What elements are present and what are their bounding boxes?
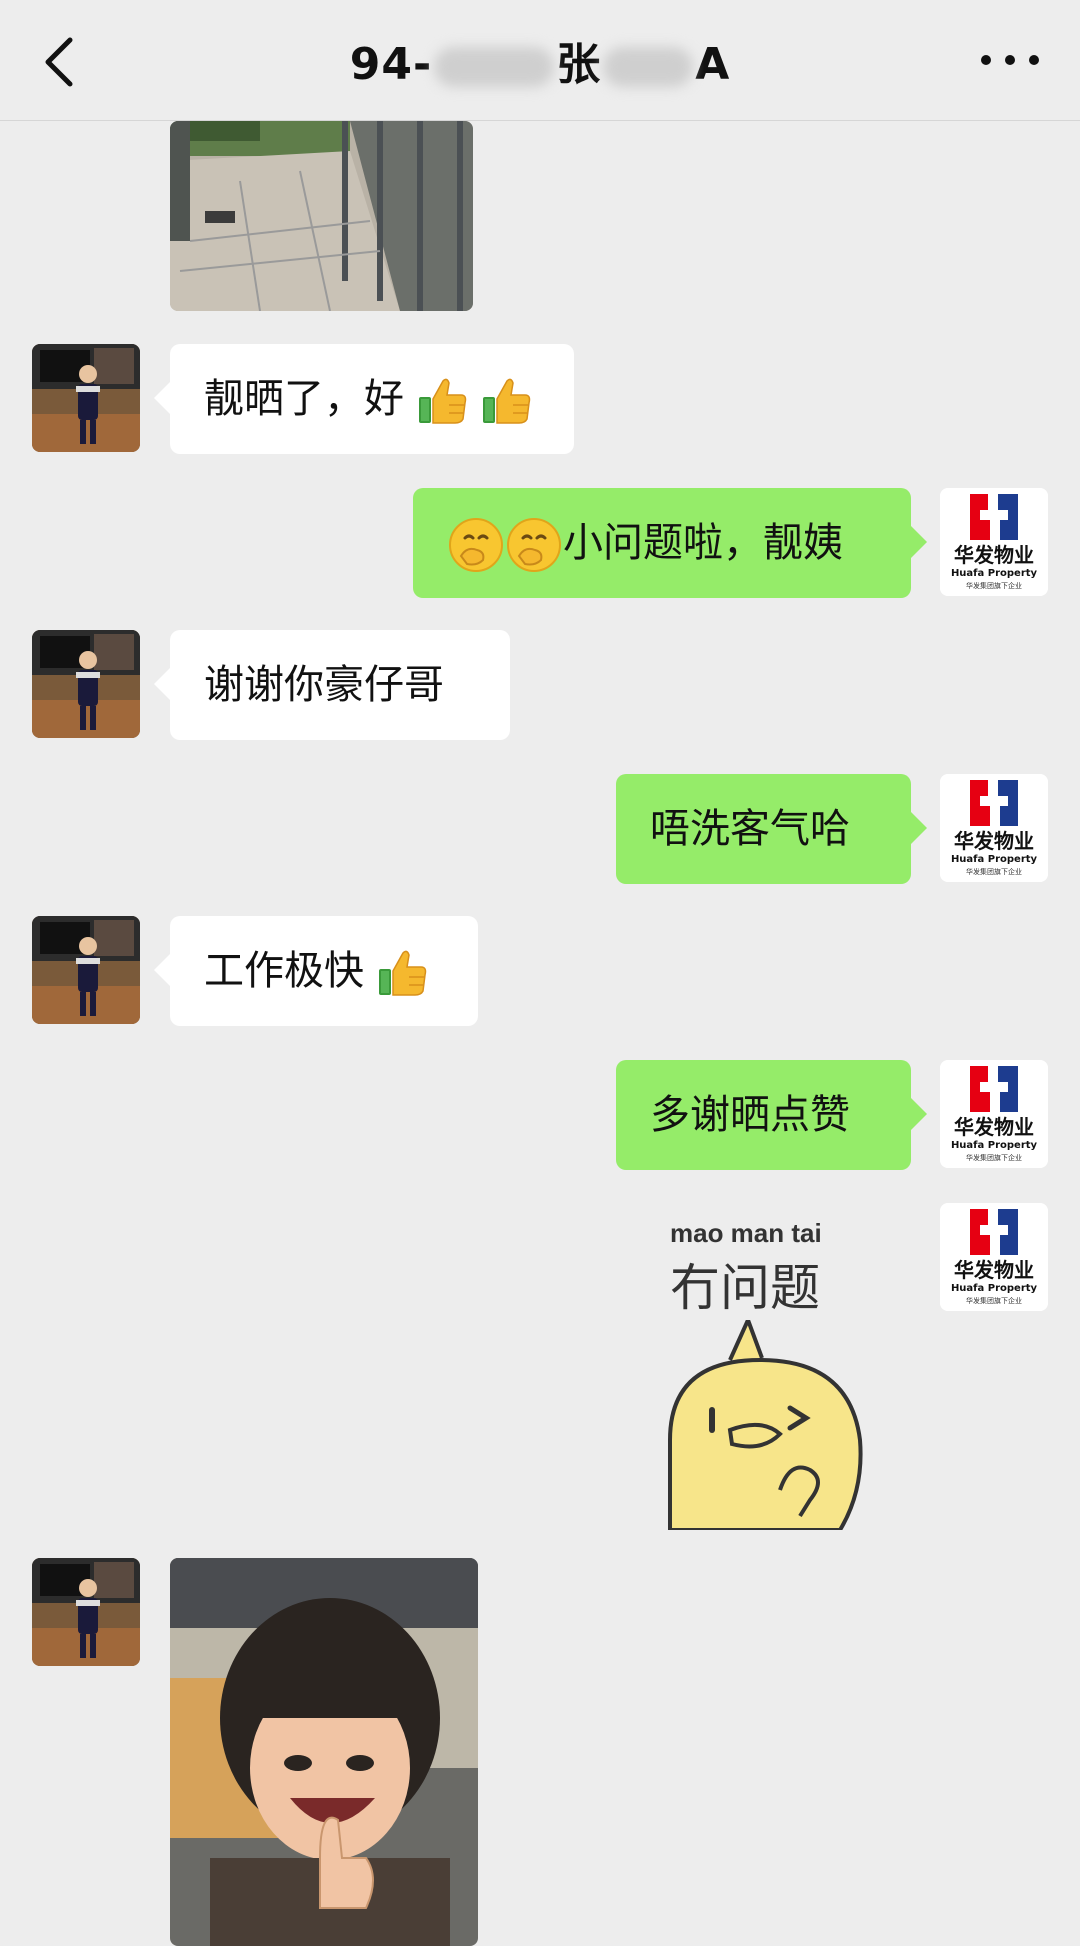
chat-title: 94- 张 A	[0, 28, 1080, 92]
message-bubble: 靓晒了，好	[154, 344, 574, 454]
self-avatar-huafa-logo[interactable]	[940, 774, 1048, 882]
sticker-main-text: 冇问题	[670, 1259, 820, 1317]
contact-avatar[interactable]	[32, 344, 140, 452]
message-bubble-self: 多谢晒点赞	[616, 1060, 927, 1170]
thumbs-up-icon	[481, 375, 533, 427]
self-avatar-huafa-logo[interactable]	[940, 488, 1048, 596]
message-text: 靓晒了，好	[204, 376, 404, 422]
message-text: 谢谢你豪仔哥	[204, 662, 444, 708]
photo-child-thumbs-up	[170, 1558, 478, 1946]
redacted-blur	[603, 47, 694, 87]
hand-over-mouth-face-icon	[447, 516, 505, 574]
contact-avatar[interactable]	[32, 630, 140, 738]
message-bubble-self: 小问题啦，靓姨	[413, 488, 927, 598]
more-options-icon[interactable]	[970, 30, 1050, 90]
thumbs-up-icon	[417, 375, 469, 427]
thumbs-up-icon	[377, 947, 429, 999]
message-text: 小问题啦，靓姨	[563, 520, 843, 566]
hand-over-mouth-face-icon	[505, 516, 563, 574]
title-suffix: A	[695, 39, 731, 90]
title-prefix: 94-	[349, 39, 433, 90]
message-bubble: 工作极快	[154, 916, 478, 1026]
redacted-blur	[434, 47, 555, 87]
self-avatar-huafa-logo[interactable]	[940, 1203, 1048, 1311]
title-mid: 张	[556, 39, 602, 90]
message-bubble: 谢谢你豪仔哥	[154, 630, 510, 740]
contact-avatar[interactable]	[32, 916, 140, 1024]
chat-header: 94- 张 A	[0, 0, 1080, 121]
message-text: 工作极快	[204, 948, 364, 994]
image-message[interactable]	[170, 1558, 478, 1946]
photo-outdoor-path	[170, 121, 473, 311]
message-bubble-self: 唔洗客气哈	[616, 774, 927, 884]
message-text: 多谢晒点赞	[650, 1092, 850, 1138]
sticker-message[interactable]: mao man tai 冇问题	[650, 1210, 880, 1530]
self-avatar-huafa-logo[interactable]	[940, 1060, 1048, 1168]
contact-avatar[interactable]	[32, 1558, 140, 1666]
sticker-top-text: mao man tai	[670, 1218, 822, 1248]
message-text: 唔洗客气哈	[650, 806, 850, 852]
yellow-chick-icon	[668, 1320, 863, 1530]
image-message[interactable]	[170, 121, 473, 311]
